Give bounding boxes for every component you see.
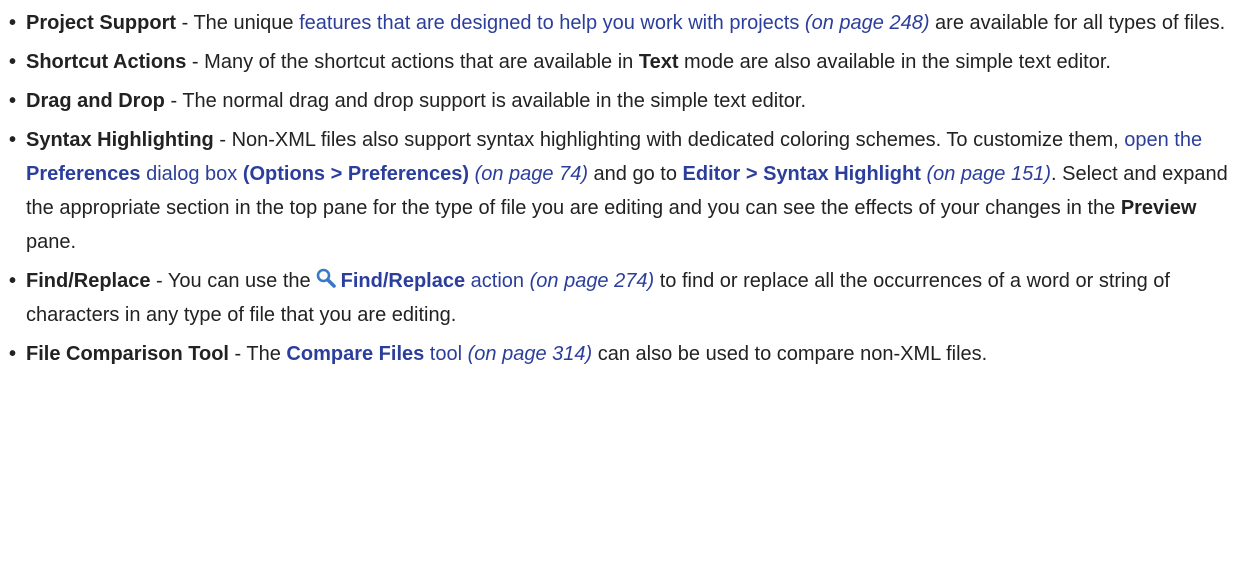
page-ref[interactable]: (on page 314)	[462, 343, 593, 365]
link-text: dialog box	[140, 163, 243, 185]
link-text: action	[465, 270, 525, 292]
text: can also be used to compare non-XML file…	[592, 343, 988, 365]
ui-term-text-mode: Text	[638, 51, 679, 73]
text: and go to	[588, 163, 683, 185]
separator: -	[150, 270, 168, 292]
list-item-find-replace: Find/Replace - You can use the Find/Repla…	[8, 264, 1244, 332]
text: The normal drag and drop support is avai…	[182, 90, 807, 112]
link-text: tool	[424, 343, 463, 365]
list-item-drag-and-drop: Drag and Drop - The normal drag and drop…	[8, 84, 1244, 118]
text: You can use the	[167, 270, 311, 292]
list-item-project-support: Project Support - The unique features th…	[8, 6, 1244, 40]
search-icon	[315, 266, 337, 288]
document-body: Project Support - The unique features th…	[8, 6, 1244, 376]
page-ref[interactable]: (on page 274)	[524, 270, 655, 292]
text: Many of the shortcut actions that are av…	[204, 51, 639, 73]
text: Non-XML files also support syntax highli…	[231, 129, 1125, 151]
ui-term-preview: Preview	[1120, 197, 1197, 219]
separator: -	[176, 12, 194, 34]
text: The	[246, 343, 287, 365]
page-ref[interactable]: (on page 151)	[921, 163, 1051, 185]
separator: -	[186, 51, 205, 73]
link-text-compare-files: Compare Files	[286, 343, 425, 365]
list-item-file-comparison: File Comparison Tool - The Compare Files…	[8, 337, 1244, 371]
link-text: open the	[1124, 129, 1203, 151]
link-find-replace-action[interactable]: Find/Replace action	[341, 270, 524, 292]
term-shortcut-actions: Shortcut Actions	[26, 51, 187, 73]
text: The unique	[193, 12, 300, 34]
link-text-preferences: Preferences	[26, 163, 141, 185]
term-project-support: Project Support	[26, 12, 177, 34]
link-compare-files-tool[interactable]: Compare Files tool	[286, 343, 462, 365]
link-text-find-replace: Find/Replace	[340, 270, 466, 292]
link-text-menu-path: (Options > Preferences)	[242, 163, 470, 185]
list-item-syntax-highlighting: Syntax Highlighting - Non-XML files also…	[8, 123, 1244, 259]
feature-list: Project Support - The unique features th…	[8, 6, 1244, 371]
term-find-replace: Find/Replace	[26, 270, 151, 292]
term-syntax-highlighting: Syntax Highlighting	[26, 129, 214, 151]
separator: -	[164, 90, 183, 112]
page-ref[interactable]: (on page 74)	[469, 163, 588, 185]
term-file-comparison-tool: File Comparison Tool	[26, 343, 229, 365]
link-editor-syntax-highlight[interactable]: Editor > Syntax Highlight	[683, 163, 921, 185]
separator: -	[228, 343, 247, 365]
text: pane.	[26, 231, 77, 253]
text: are available for all types of files.	[929, 12, 1226, 34]
link-project-features[interactable]: features that are designed to help you w…	[299, 12, 799, 34]
list-item-shortcut-actions: Shortcut Actions - Many of the shortcut …	[8, 45, 1244, 79]
text: mode are also available in the simple te…	[678, 51, 1111, 73]
page-ref[interactable]: (on page 248)	[799, 12, 930, 34]
separator: -	[213, 129, 232, 151]
term-drag-and-drop: Drag and Drop	[26, 90, 165, 112]
